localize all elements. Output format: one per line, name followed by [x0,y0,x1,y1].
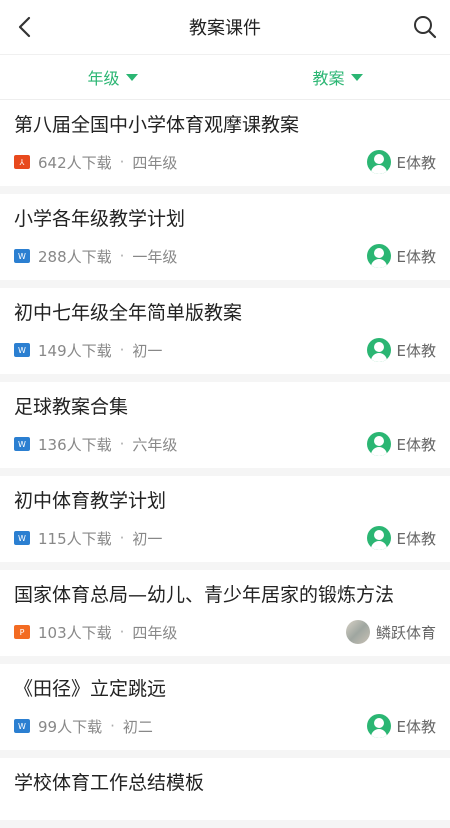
page-title: 教案课件 [189,18,261,39]
author-name: E体教 [396,341,436,360]
author-name: 鳞跃体育 [375,623,436,642]
author[interactable]: E体教 [366,714,436,738]
download-count: 115人下载 [38,529,112,548]
grade-label: 初一 [132,341,163,360]
list-item[interactable]: 初中体育教学计划 W 115人下载 · 初一 E体教 [0,476,450,570]
separator-dot: · [119,435,125,453]
author[interactable]: E体教 [366,150,436,174]
download-count: 288人下载 [38,247,112,266]
author-name: E体教 [396,435,436,454]
avatar [366,338,391,362]
author[interactable]: E体教 [366,526,436,550]
grade-label: 初二 [122,717,153,736]
doc-file-icon: W [14,437,30,451]
separator-dot: · [119,529,125,547]
grade-filter-dropdown[interactable]: 年级 [0,55,225,99]
item-title: 小学各年级教学计划 [14,208,186,230]
item-meta: W 115人下载 · 初一 E体教 [14,526,436,550]
author-name: E体教 [396,529,436,548]
separator-dot: · [119,623,125,641]
item-title: 初中七年级全年简单版教案 [14,302,243,324]
author[interactable]: E体教 [366,432,436,456]
filter-bar: 年级 教案 [0,55,450,100]
download-count: 99人下载 [38,717,103,736]
list-item[interactable]: 第八届全国中小学体育观摩课教案 ⅄ 642人下载 · 四年级 E体教 [0,100,450,194]
doc-file-icon: W [14,719,30,733]
author[interactable]: E体教 [366,338,436,362]
list-item[interactable]: 国家体育总局—幼儿、青少年居家的锻炼方法 P 103人下载 · 四年级 鳞跃体育 [0,570,450,664]
avatar [366,150,391,174]
list-item[interactable]: 学校体育工作总结模板 [0,758,450,828]
item-title: 《田径》立定跳远 [14,678,167,700]
avatar [366,714,391,738]
top-bar: 教案课件 [0,0,450,55]
doc-file-icon: W [14,249,30,263]
avatar [366,244,391,268]
item-meta: P 103人下载 · 四年级 鳞跃体育 [14,620,436,644]
list-item[interactable]: 初中七年级全年简单版教案 W 149人下载 · 初一 E体教 [0,288,450,382]
back-arrow-icon[interactable] [10,12,40,42]
grade-label: 初一 [132,529,163,548]
download-count: 149人下载 [38,341,112,360]
item-meta: W 99人下载 · 初二 E体教 [14,714,436,738]
author-name: E体教 [396,247,436,266]
download-count: 103人下载 [38,623,112,642]
list-item[interactable]: 《田径》立定跳远 W 99人下载 · 初二 E体教 [0,664,450,758]
grade-label: 四年级 [132,153,178,172]
item-title: 足球教案合集 [14,396,129,418]
item-title: 国家体育总局—幼儿、青少年居家的锻炼方法 [14,584,395,606]
item-title: 第八届全国中小学体育观摩课教案 [14,114,300,136]
ppt-file-icon: P [14,625,30,639]
author[interactable]: E体教 [366,244,436,268]
item-meta: ⅄ 642人下载 · 四年级 E体教 [14,150,436,174]
author-name: E体教 [396,153,436,172]
avatar [366,432,391,456]
item-title: 学校体育工作总结模板 [14,772,205,794]
grade-filter-label: 年级 [87,69,120,88]
separator-dot: · [110,717,115,735]
list-item[interactable]: 小学各年级教学计划 W 288人下载 · 一年级 E体教 [0,194,450,288]
caret-down-icon [125,73,138,81]
courseware-list: 第八届全国中小学体育观摩课教案 ⅄ 642人下载 · 四年级 E体教 小学各年级教学计划 W 2… [0,100,450,828]
grade-label: 六年级 [132,435,178,454]
item-title: 初中体育教学计划 [14,490,167,512]
avatar [345,620,370,644]
doc-file-icon: W [14,531,30,545]
doc-file-icon: W [14,343,30,357]
list-item[interactable]: 足球教案合集 W 136人下载 · 六年级 E体教 [0,382,450,476]
separator-dot: · [119,341,125,359]
type-filter-dropdown[interactable]: 教案 [225,55,450,99]
separator-dot: · [119,247,125,265]
item-meta: W 149人下载 · 初一 E体教 [14,338,436,362]
type-filter-label: 教案 [312,69,345,88]
search-icon[interactable] [410,12,440,42]
caret-down-icon [350,73,363,81]
separator-dot: · [119,153,125,171]
grade-label: 四年级 [132,623,178,642]
grade-label: 一年级 [132,247,178,266]
author-name: E体教 [396,717,436,736]
download-count: 642人下载 [38,153,112,172]
download-count: 136人下载 [38,435,112,454]
pdf-file-icon: ⅄ [14,155,30,169]
author[interactable]: 鳞跃体育 [345,620,436,644]
avatar [366,526,391,550]
item-meta: W 288人下载 · 一年级 E体教 [14,244,436,268]
item-meta: W 136人下载 · 六年级 E体教 [14,432,436,456]
